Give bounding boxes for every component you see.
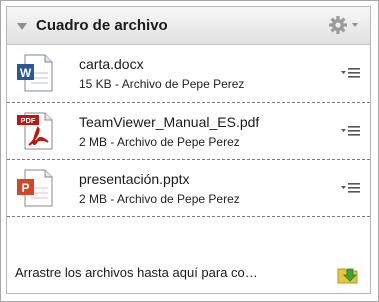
file-row-teamviewer[interactable]: PDF TeamViewer_Manual_ES.pdf 2 MB - Arch…: [7, 103, 370, 160]
file-box-frame: Cuadro de archivo W carta.docx 15 KB - A…: [0, 0, 379, 302]
file-meta: 2 MB - Archivo de Pepe Perez: [79, 192, 240, 206]
gear-icon[interactable]: [328, 15, 362, 35]
row-menu-icon[interactable]: [340, 181, 362, 195]
file-row-carta[interactable]: W carta.docx 15 KB - Archivo de Pepe Per…: [7, 45, 370, 103]
row-menu-icon[interactable]: [340, 66, 362, 80]
word-icon-letter: W: [20, 66, 32, 80]
triangle-down-icon[interactable]: [17, 23, 27, 30]
folder-upload-icon[interactable]: [337, 263, 359, 285]
drop-zone-text: Arrastre los archivos hasta aquí para co…: [15, 265, 258, 280]
drop-zone[interactable]: Arrastre los archivos hasta aquí para co…: [7, 254, 370, 293]
file-name[interactable]: carta.docx: [79, 56, 144, 72]
file-meta: 2 MB - Archivo de Pepe Perez: [79, 135, 240, 149]
pdf-document-icon: PDF: [17, 112, 53, 150]
row-menu-icon[interactable]: [340, 124, 362, 138]
powerpoint-document-icon: P: [17, 169, 53, 207]
file-name[interactable]: TeamViewer_Manual_ES.pdf: [79, 114, 259, 130]
widget-title: Cuadro de archivo: [36, 17, 168, 34]
word-document-icon: W: [17, 54, 53, 92]
file-name[interactable]: presentación.pptx: [79, 171, 190, 187]
pdf-icon-label: PDF: [21, 116, 36, 125]
widget-header[interactable]: Cuadro de archivo: [7, 7, 370, 45]
file-meta: 15 KB - Archivo de Pepe Perez: [79, 77, 245, 91]
ppt-icon-letter: P: [21, 181, 29, 195]
file-row-presentacion[interactable]: P presentación.pptx 2 MB - Archivo de Pe…: [7, 160, 370, 217]
file-box-widget: Cuadro de archivo W carta.docx 15 KB - A…: [6, 6, 371, 294]
